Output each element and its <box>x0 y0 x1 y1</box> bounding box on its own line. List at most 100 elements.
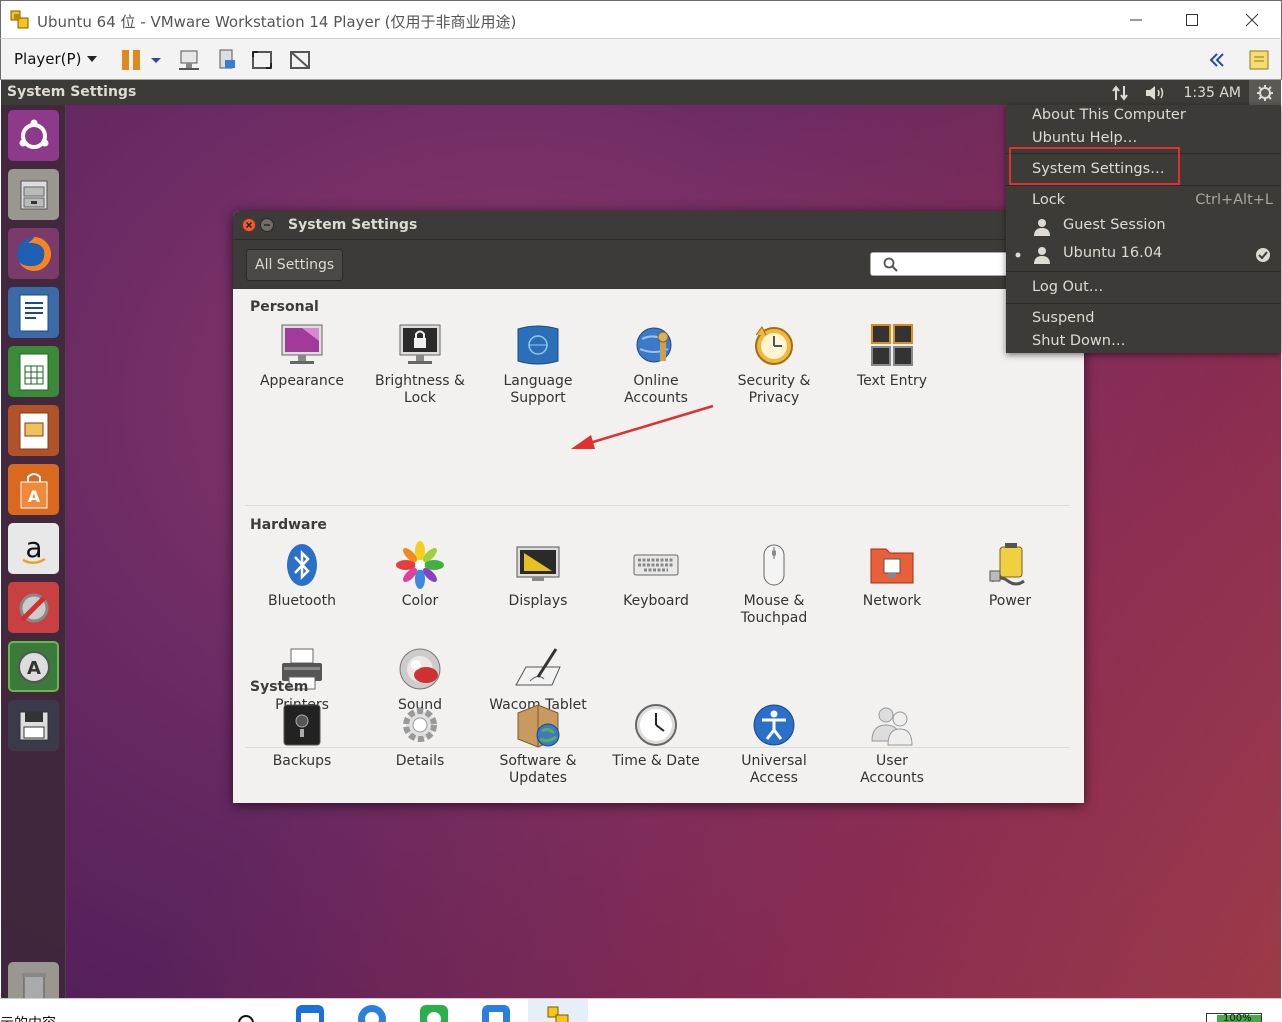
menu-item-guest-session[interactable]: Guest Session <box>1063 217 1166 233</box>
speaker-icon <box>1146 85 1164 100</box>
pause-dropdown-icon[interactable] <box>149 48 163 72</box>
settings-item-displays[interactable]: Displays <box>479 541 597 610</box>
menu-item-help[interactable]: Ubuntu Help… <box>1032 130 1137 146</box>
section-title-hardware: Hardware <box>250 517 327 533</box>
notes-icon[interactable] <box>1247 48 1271 72</box>
settings-item-text-entry[interactable]: Text Entry <box>833 321 951 390</box>
close-window-button[interactable] <box>1229 7 1275 33</box>
firefox-icon <box>16 236 51 271</box>
fullscreen-icon[interactable] <box>250 48 274 72</box>
trash-icon <box>21 972 46 998</box>
taskbar-mail-app[interactable] <box>296 1005 324 1022</box>
vmware-toolbar: Player(P) <box>0 38 1282 80</box>
settings-item-appearance[interactable]: Appearance <box>243 321 361 390</box>
settings-item-label: Software & Updates <box>499 753 577 786</box>
session-menu: About This Computer Ubuntu Help… System … <box>1006 105 1281 353</box>
clock-indicator[interactable]: 1:35 AM <box>1175 80 1249 105</box>
settings-item-keyboard[interactable]: Keyboard <box>597 541 715 610</box>
gear-icon <box>403 708 437 742</box>
send-ctrl-alt-del-icon[interactable] <box>177 48 201 72</box>
menu-item-log-out[interactable]: Log Out… <box>1032 279 1103 295</box>
unity-mode-icon[interactable] <box>288 48 312 72</box>
menu-separator <box>1006 303 1281 304</box>
settings-item-network[interactable]: Network <box>833 541 951 610</box>
pause-icon[interactable] <box>119 48 143 72</box>
settings-item-backups[interactable]: Backups <box>243 701 361 770</box>
settings-item-software-updates[interactable]: Software & Updates <box>479 701 597 787</box>
network-indicator[interactable] <box>1103 80 1137 105</box>
keyboard-icon <box>633 554 679 576</box>
launcher-impress[interactable] <box>8 405 59 456</box>
taskbar-browser-app[interactable] <box>358 1005 386 1022</box>
launcher-firefox[interactable] <box>8 228 59 279</box>
settings-item-label: Details <box>395 753 445 769</box>
launcher-calc[interactable] <box>8 346 59 397</box>
collapse-toolbar-icon[interactable] <box>1207 48 1227 72</box>
maximize-button[interactable] <box>1169 7 1215 33</box>
checkmark-icon <box>1256 248 1270 262</box>
launcher-writer[interactable] <box>8 287 59 338</box>
settings-item-label: Displays <box>508 593 568 609</box>
settings-item-details[interactable]: Details <box>361 701 479 770</box>
minimize-button[interactable] <box>1113 7 1159 33</box>
lock-shortcut: Ctrl+Alt+L <box>1195 192 1273 208</box>
launcher-software-center[interactable]: A <box>8 464 59 515</box>
launcher-amazon[interactable]: a <box>8 523 59 574</box>
floppy-disk-icon <box>19 711 48 740</box>
taskbar-app[interactable] <box>482 1005 510 1022</box>
settings-item-label: Keyboard <box>623 593 689 609</box>
bluetooth-icon <box>287 544 317 586</box>
online-accounts-icon <box>636 327 672 363</box>
settings-item-label: User Accounts <box>860 753 924 786</box>
session-menu-button[interactable] <box>1249 80 1281 105</box>
settings-item-security-privacy[interactable]: Security & Privacy <box>715 321 833 407</box>
sound-indicator[interactable] <box>1137 80 1175 105</box>
clock-icon <box>635 704 677 746</box>
settings-item-time-date[interactable]: Time & Date <box>597 701 715 770</box>
security-clock-icon <box>755 326 793 365</box>
menu-item-current-user[interactable]: Ubuntu 16.04 <box>1063 245 1162 261</box>
settings-item-mouse-touchpad[interactable]: Mouse & Touchpad <box>715 541 833 627</box>
taskbar-vmware-active[interactable] <box>528 999 588 1022</box>
launcher-dash[interactable] <box>8 110 59 161</box>
document-icon <box>19 294 48 331</box>
svg-text:A: A <box>27 658 41 679</box>
removable-devices-icon[interactable] <box>215 48 239 72</box>
menu-item-lock[interactable]: Lock <box>1032 192 1065 208</box>
menu-item-about[interactable]: About This Computer <box>1032 107 1186 123</box>
annotation-highlight-box <box>1009 147 1180 185</box>
settings-item-user-accounts[interactable]: User Accounts <box>833 701 951 787</box>
appearance-icon <box>281 324 323 364</box>
menu-item-suspend[interactable]: Suspend <box>1032 310 1094 326</box>
settings-item-color[interactable]: Color <box>361 541 479 610</box>
taskbar-wechat-app[interactable] <box>420 1005 448 1022</box>
settings-item-online-accounts[interactable]: Online Accounts <box>597 321 715 407</box>
settings-toolbar: All Settings <box>233 239 1084 289</box>
settings-item-label: Bluetooth <box>268 593 336 609</box>
settings-item-brightness-lock[interactable]: Brightness & Lock <box>361 321 479 407</box>
settings-item-universal-access[interactable]: Universal Access <box>715 701 833 787</box>
launcher-software-updater[interactable]: A <box>8 641 59 692</box>
settings-titlebar: System Settings <box>233 211 1084 239</box>
launcher-save-drive[interactable] <box>8 700 59 751</box>
battery-indicator[interactable]: 100% <box>1206 1013 1262 1022</box>
settings-item-power[interactable]: Power <box>951 541 1069 610</box>
settings-item-bluetooth[interactable]: Bluetooth <box>243 541 361 610</box>
display-icon <box>516 546 560 581</box>
launcher-files[interactable] <box>8 169 59 220</box>
users-icon <box>871 707 913 746</box>
lock-screen-icon <box>399 324 441 364</box>
launcher-trash[interactable] <box>8 962 59 998</box>
all-settings-button[interactable]: All Settings <box>246 249 344 281</box>
launcher-system-settings[interactable] <box>8 582 59 633</box>
search-icon[interactable] <box>236 1013 258 1022</box>
settings-window-title: System Settings <box>288 217 418 233</box>
settings-item-language-support[interactable]: Language Support <box>479 321 597 407</box>
language-flag-icon <box>517 325 559 365</box>
menu-item-shut-down[interactable]: Shut Down… <box>1032 333 1125 349</box>
unity-launcher: A a A <box>1 105 66 998</box>
player-menu[interactable]: Player(P) <box>14 50 98 68</box>
settings-close-button[interactable] <box>242 218 256 232</box>
updater-icon: A <box>17 650 50 683</box>
settings-minimize-button[interactable] <box>260 218 274 232</box>
